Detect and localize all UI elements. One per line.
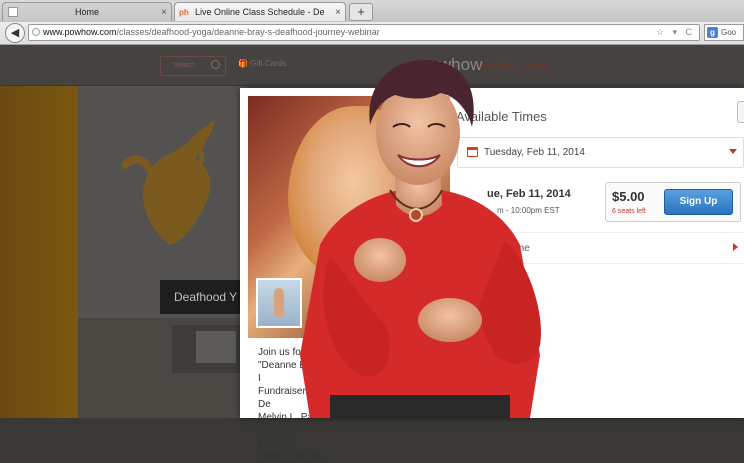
- browser-toolbar: ◀ www.powhow.com/classes/deafhood-yoga/d…: [0, 22, 744, 45]
- video-thumbnail[interactable]: [196, 331, 236, 363]
- gift-cards-label: Gift Cards: [250, 59, 287, 68]
- course-title: Deafhood Y: [160, 280, 250, 314]
- tab-label: Home: [74, 7, 99, 17]
- gift-cards-link[interactable]: 🎁 Gift Cards: [238, 59, 286, 68]
- google-icon: g: [707, 27, 718, 38]
- search-box[interactable]: g Goo: [704, 24, 744, 41]
- description-line: zone to join us: [258, 451, 323, 462]
- browser-tab-bar: Home × ph Live Online Class Schedule - D…: [0, 0, 744, 23]
- search-placeholder: Search: [173, 62, 196, 69]
- tab-home[interactable]: Home ×: [2, 2, 172, 21]
- page-icon: [8, 7, 18, 17]
- modal-close-button[interactable]: [737, 101, 744, 123]
- chevron-down-icon: [729, 149, 737, 154]
- globe-icon: [32, 28, 40, 36]
- url-host: www.powhow.com: [43, 27, 117, 37]
- chevron-right-icon: [733, 243, 738, 251]
- tab-label: Live Online Class Schedule - De: [195, 7, 325, 17]
- search-placeholder: Goo: [721, 28, 737, 37]
- close-tab-icon[interactable]: ×: [161, 3, 167, 21]
- session-price: $5.00: [612, 189, 645, 204]
- yoga-figure-icon: [274, 288, 284, 318]
- bookmark-star-icon[interactable]: ☆ ▾ C: [656, 25, 695, 40]
- seats-left: 6 seats left: [612, 208, 646, 215]
- description-line: Tuesday, Februa: [258, 425, 299, 449]
- presenter-video-overlay: [300, 60, 541, 418]
- url-path: /classes/deafhood-yoga/deanne-bray-s-dea…: [116, 27, 380, 37]
- back-button[interactable]: ◀: [5, 23, 25, 43]
- address-bar[interactable]: www.powhow.com/classes/deafhood-yoga/dea…: [28, 24, 700, 41]
- side-banner: [0, 86, 78, 418]
- tab-class-schedule[interactable]: ph Live Online Class Schedule - De ×: [174, 2, 346, 21]
- mudra-hand-icon: [121, 120, 215, 245]
- search-icon: [211, 60, 220, 69]
- powhow-favicon-icon: ph: [179, 8, 189, 17]
- site-search-input[interactable]: Search: [160, 56, 226, 76]
- new-tab-button[interactable]: +: [349, 3, 373, 21]
- thumbnail-strip: [172, 325, 242, 373]
- sign-up-button[interactable]: Sign Up: [664, 189, 733, 215]
- price-box: $5.00 6 seats left Sign Up: [605, 182, 741, 222]
- close-tab-icon[interactable]: ×: [335, 3, 341, 21]
